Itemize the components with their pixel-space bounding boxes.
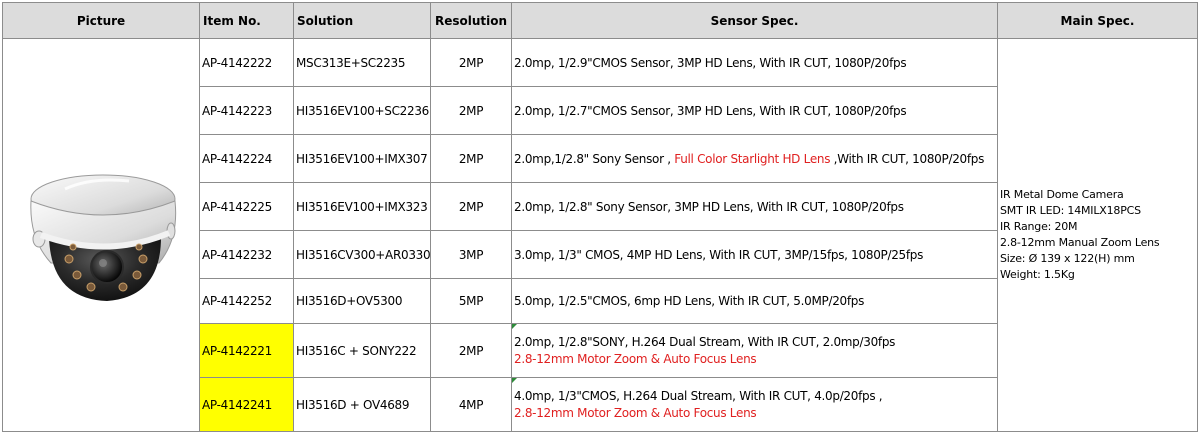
sensor-spec-cell: 2.0mp, 1/2.8" Sony Sensor, 3MP HD Lens, … bbox=[511, 182, 998, 231]
resolution-cell: 2MP bbox=[430, 134, 512, 183]
header-picture: Picture bbox=[2, 2, 200, 39]
main-spec-line: IR Metal Dome Camera bbox=[1000, 188, 1124, 201]
header-row: Picture Item No. Solution Resolution Sen… bbox=[2, 2, 1198, 39]
sensor-spec-text: 2.0mp, 1/2.9"CMOS Sensor, 3MP HD Lens, W… bbox=[514, 55, 907, 70]
header-main-spec: Main Spec. bbox=[997, 2, 1198, 39]
sensor-spec-line: 2.0mp, 1/2.8"SONY, H.264 Dual Stream, Wi… bbox=[514, 334, 896, 349]
solution-cell: HI3516D+OV5300 bbox=[293, 278, 431, 324]
main-spec-line: Weight: 1.5Kg bbox=[1000, 268, 1075, 281]
item-no-cell: AP-4142223 bbox=[199, 86, 294, 135]
sensor-spec-text: 3.0mp, 1/3" CMOS, 4MP HD Lens, With IR C… bbox=[514, 247, 924, 262]
sensor-spec-cell: 2.0mp, 1/2.8"SONY, H.264 Dual Stream, Wi… bbox=[511, 323, 998, 378]
sensor-spec-cell: 5.0mp, 1/2.5"CMOS, 6mp HD Lens, With IR … bbox=[511, 278, 998, 324]
table-row: AP-4142222 MSC313E+SC2235 2MP 2.0mp, 1/2… bbox=[2, 38, 1198, 432]
item-no-cell: AP-4142232 bbox=[199, 230, 294, 279]
main-spec-cell: IR Metal Dome Camera SMT IR LED: 14MILX1… bbox=[997, 38, 1198, 432]
resolution-cell: 5MP bbox=[430, 278, 512, 324]
item-no-cell: AP-4142252 bbox=[199, 278, 294, 324]
item-no-cell-highlighted: AP-4142241 bbox=[199, 377, 294, 432]
product-spec-table: Picture Item No. Solution Resolution Sen… bbox=[2, 2, 1198, 432]
header-sensor-spec: Sensor Spec. bbox=[511, 2, 998, 39]
sensor-spec-cell: 2.0mp,1/2.8" Sony Sensor , Full Color St… bbox=[511, 134, 998, 183]
solution-cell: HI3516EV100+SC2236 bbox=[293, 86, 431, 135]
picture-cell bbox=[2, 38, 200, 432]
sensor-spec-text: 2.0mp, 1/2.8" Sony Sensor, 3MP HD Lens, … bbox=[514, 199, 904, 214]
sensor-spec-cell: 2.0mp, 1/2.9"CMOS Sensor, 3MP HD Lens, W… bbox=[511, 38, 998, 87]
resolution-cell: 2MP bbox=[430, 38, 512, 87]
solution-cell: MSC313E+SC2235 bbox=[293, 38, 431, 87]
item-no-cell: AP-4142224 bbox=[199, 134, 294, 183]
item-no-cell-highlighted: AP-4142221 bbox=[199, 323, 294, 378]
resolution-cell: 2MP bbox=[430, 182, 512, 231]
dome-camera-icon bbox=[30, 174, 177, 301]
resolution-cell: 2MP bbox=[430, 323, 512, 378]
item-no-cell: AP-4142225 bbox=[199, 182, 294, 231]
sensor-spec-highlight: 2.8-12mm Motor Zoom & Auto Focus Lens bbox=[514, 351, 757, 366]
solution-cell: HI3516C + SONY222 bbox=[293, 323, 431, 378]
solution-cell: HI3516D + OV4689 bbox=[293, 377, 431, 432]
resolution-cell: 2MP bbox=[430, 86, 512, 135]
sensor-spec-cell: 4.0mp, 1/3"CMOS, H.264 Dual Stream, With… bbox=[511, 377, 998, 432]
header-solution: Solution bbox=[293, 2, 431, 39]
main-spec-line: SMT IR LED: 14MILX18PCS bbox=[1000, 204, 1141, 217]
sensor-spec-highlight: 2.8-12mm Motor Zoom & Auto Focus Lens bbox=[514, 405, 757, 420]
solution-cell: HI3516CV300+AR0330 bbox=[293, 230, 431, 279]
main-spec-line: Size: Ø 139 x 122(H) mm bbox=[1000, 252, 1135, 265]
sensor-spec-text: ,With IR CUT, 1080P/20fps bbox=[830, 151, 985, 166]
resolution-cell: 3MP bbox=[430, 230, 512, 279]
main-spec-line: 2.8-12mm Manual Zoom Lens bbox=[1000, 236, 1160, 249]
header-item-no: Item No. bbox=[199, 2, 294, 39]
resolution-cell: 4MP bbox=[430, 377, 512, 432]
sensor-spec-text: 2.0mp, 1/2.7"CMOS Sensor, 3MP HD Lens, W… bbox=[514, 103, 907, 118]
item-no-cell: AP-4142222 bbox=[199, 38, 294, 87]
solution-cell: HI3516EV100+IMX307 bbox=[293, 134, 431, 183]
header-resolution: Resolution bbox=[430, 2, 512, 39]
sensor-spec-text: 2.0mp,1/2.8" Sony Sensor , bbox=[514, 151, 675, 166]
sensor-spec-line: 4.0mp, 1/3"CMOS, H.264 Dual Stream, With… bbox=[514, 388, 883, 403]
sensor-spec-highlight: Full Color Starlight HD Lens bbox=[674, 151, 831, 166]
sensor-spec-text: 5.0mp, 1/2.5"CMOS, 6mp HD Lens, With IR … bbox=[514, 294, 865, 308]
sensor-spec-cell: 2.0mp, 1/2.7"CMOS Sensor, 3MP HD Lens, W… bbox=[511, 86, 998, 135]
main-spec-line: IR Range: 20M bbox=[1000, 220, 1078, 233]
solution-cell: HI3516EV100+IMX323 bbox=[293, 182, 431, 231]
sensor-spec-cell: 3.0mp, 1/3" CMOS, 4MP HD Lens, With IR C… bbox=[511, 230, 998, 279]
